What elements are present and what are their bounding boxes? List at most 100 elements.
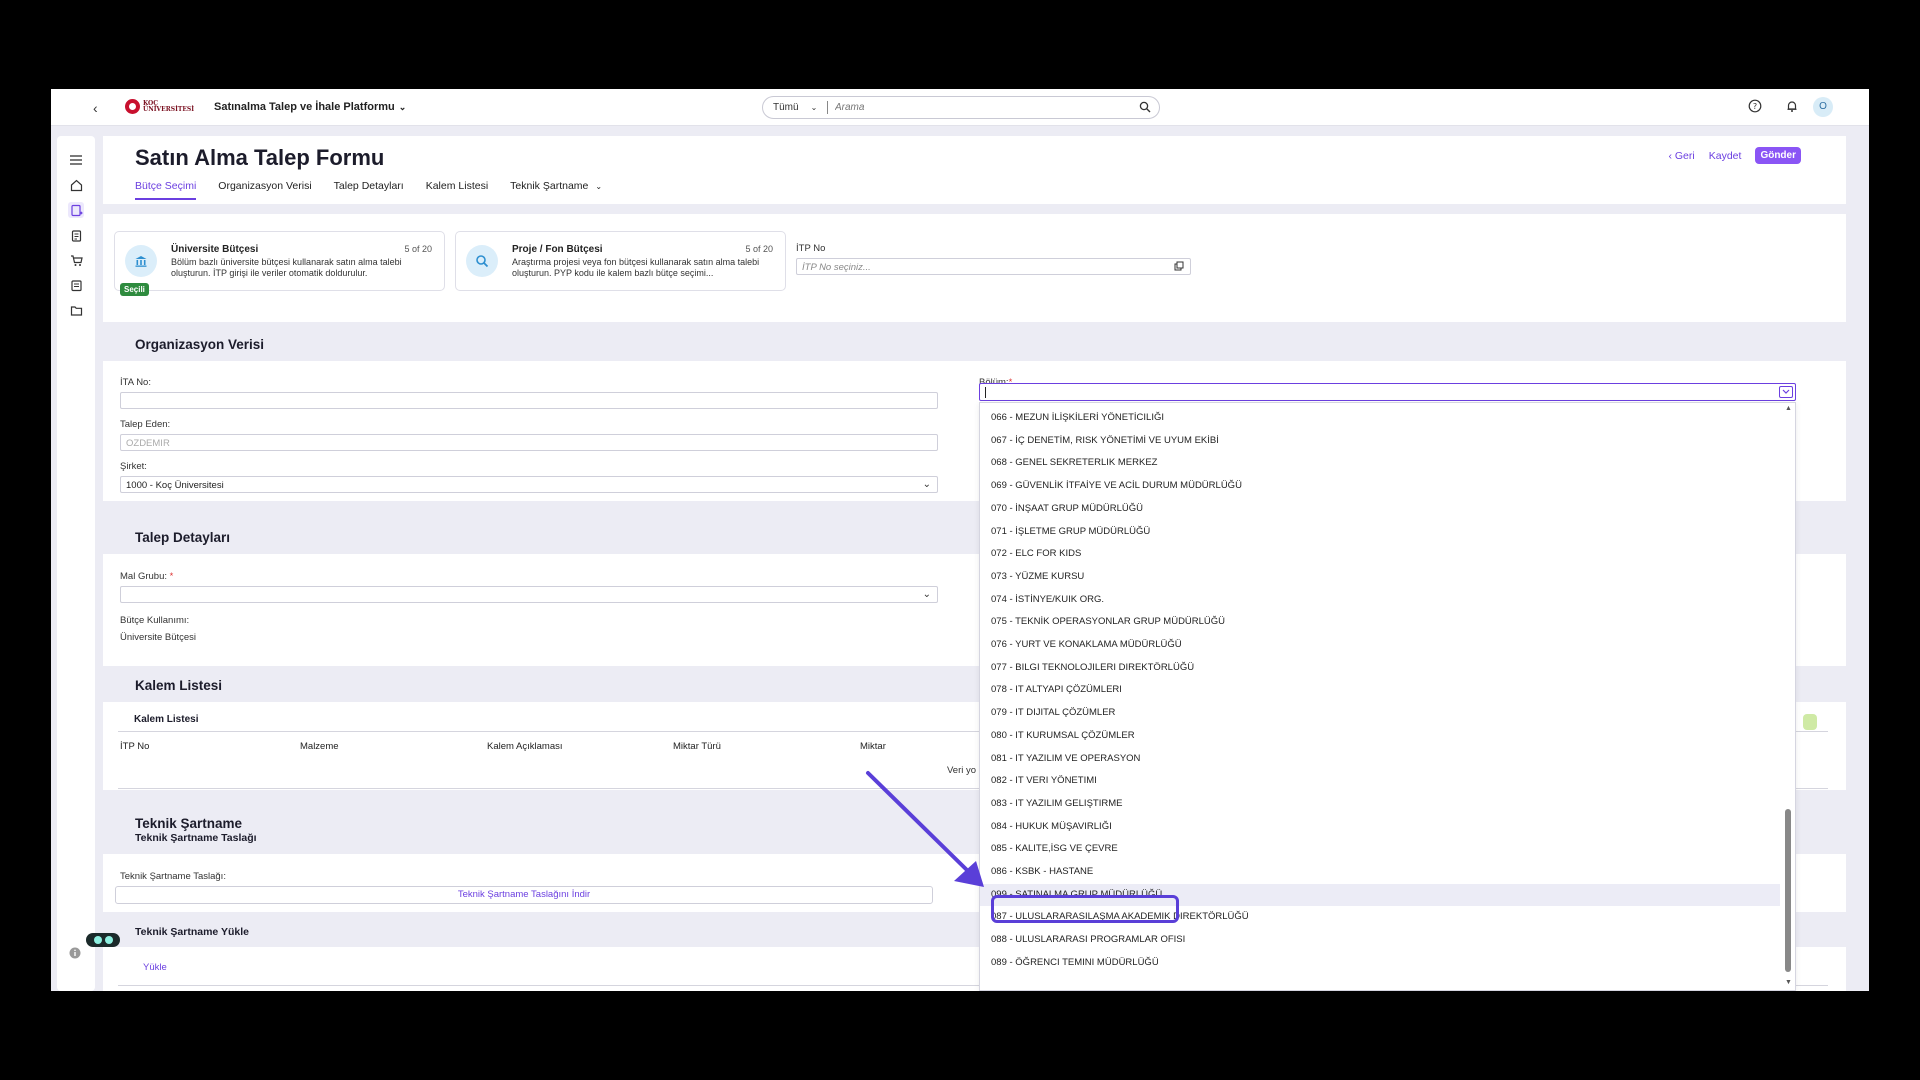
dropdown-item[interactable]: 071 - İŞLETME GRUP MÜDÜRLÜĞÜ: [980, 521, 1780, 544]
save-button[interactable]: Kaydet: [1709, 150, 1742, 162]
search-separator: [827, 101, 828, 114]
section-tabs: Bütçe Seçimi Organizasyon Verisi Talep D…: [135, 180, 602, 200]
dropdown-item[interactable]: 080 - IT KURUMSAL ÇÖZÜMLER: [980, 725, 1780, 748]
university-budget-option[interactable]: Üniversite Bütçesi 5 of 20 Bölüm bazlı ü…: [114, 231, 445, 291]
back-chevron-icon[interactable]: ‹: [93, 100, 98, 116]
project-budget-option[interactable]: Proje / Fon Bütçesi 5 of 20 Araştırma pr…: [455, 231, 786, 291]
documents-icon[interactable]: [68, 277, 84, 293]
text-cursor: [985, 387, 986, 398]
col-itp-no: İTP No: [120, 741, 150, 752]
ita-no-label: İTA No:: [120, 377, 151, 388]
col-kalem-aciklamasi: Kalem Açıklaması: [487, 741, 563, 752]
search-filter-select[interactable]: Tümü ⌄: [773, 102, 817, 113]
search-input[interactable]: [835, 100, 1125, 115]
dropdown-item[interactable]: 072 - ELC FOR KIDS: [980, 543, 1780, 566]
user-avatar[interactable]: O: [1813, 97, 1833, 117]
logo-text: KOÇ ÜNİVERSİTESİ: [143, 99, 195, 113]
dropdown-item[interactable]: 066 - MEZUN İLİŞKİLERİ YÖNETİCILIĞI: [980, 407, 1780, 430]
add-item-button[interactable]: [1803, 714, 1817, 730]
tab-talep-detaylari[interactable]: Talep Detayları: [334, 180, 404, 200]
dropdown-item[interactable]: 084 - HUKUK MÜŞAVIRLIĞI: [980, 816, 1780, 839]
global-search: Tümü ⌄: [762, 96, 1160, 119]
teknik-yukle-title: Teknik Şartname Yükle: [135, 926, 249, 938]
download-taslak-button[interactable]: Teknik Şartname Taslağını İndir: [115, 886, 933, 904]
tab-organizasyon-verisi[interactable]: Organizasyon Verisi: [218, 180, 311, 200]
col-miktar: Miktar: [860, 741, 886, 752]
dropdown-item[interactable]: 068 - GENEL SEKRETERLIK MERKEZ: [980, 452, 1780, 475]
platform-name: Satınalma Talep ve İhale Platformu: [214, 101, 395, 113]
dropdown-item[interactable]: 082 - IT VERI YÖNETIMI: [980, 770, 1780, 793]
dropdown-item[interactable]: 088 - ULUSLARARASI PROGRAMLAR OFISI: [980, 929, 1780, 952]
university-logo[interactable]: KOÇ ÜNİVERSİTESİ: [125, 99, 195, 114]
home-icon[interactable]: [68, 177, 84, 193]
dropdown-item[interactable]: 070 - İNŞAAT GRUP MÜDÜRLÜĞÜ: [980, 498, 1780, 521]
university-budget-title: Üniversite Bütçesi: [171, 244, 259, 255]
kalem-section-title: Kalem Listesi: [135, 678, 223, 693]
dropdown-item[interactable]: 086 - KSBK - HASTANE: [980, 861, 1780, 884]
dropdown-item[interactable]: 069 - GÜVENLİK İTFAİYE VE ACİL DURUM MÜD…: [980, 475, 1780, 498]
platform-switcher[interactable]: Satınalma Talep ve İhale Platformu ⌄: [214, 101, 406, 113]
tab-butce-secimi[interactable]: Bütçe Seçimi: [135, 180, 197, 200]
page-title: Satın Alma Talep Formu: [135, 145, 385, 170]
page-actions: ‹ Geri Kaydet Gönder: [1668, 147, 1801, 164]
col-miktar-turu: Miktar Türü: [673, 741, 721, 752]
tab-kalem-listesi[interactable]: Kalem Listesi: [426, 180, 488, 200]
dropdown-item[interactable]: 074 - İSTİNYE/KUIK ORG.: [980, 589, 1780, 612]
ita-no-field[interactable]: [120, 392, 938, 409]
project-budget-title: Proje / Fon Bütçesi: [512, 244, 603, 255]
sirket-select[interactable]: 1000 - Koç Üniversitesi ⌄: [120, 476, 938, 493]
back-button[interactable]: ‹ Geri: [1668, 150, 1694, 162]
search-icon[interactable]: [1139, 100, 1151, 118]
dropdown-scroll-thumb[interactable]: [1785, 809, 1791, 972]
dropdown-item[interactable]: 089 - ÖĞRENCI TEMINI MÜDÜRLÜĞÜ: [980, 952, 1780, 975]
dropdown-item[interactable]: 085 - KALITE,İSG VE ÇEVRE: [980, 838, 1780, 861]
help-icon[interactable]: ?: [1748, 99, 1762, 118]
clipboard-list-icon[interactable]: [68, 227, 84, 243]
dropdown-item[interactable]: 081 - IT YAZILIM VE OPERASYON: [980, 748, 1780, 771]
send-button[interactable]: Gönder: [1755, 147, 1801, 164]
cart-icon[interactable]: [68, 252, 84, 268]
notification-bell-icon[interactable]: [1785, 99, 1799, 118]
university-budget-count: 5 of 20: [404, 244, 432, 254]
dropdown-item[interactable]: 079 - IT DIJITAL ÇÖZÜMLER: [980, 702, 1780, 725]
copy-icon[interactable]: [1174, 261, 1184, 274]
bank-icon: [125, 245, 157, 277]
tab-teknik-sartname[interactable]: Teknik Şartname ⌄: [510, 180, 602, 200]
talep-section-title: Talep Detayları: [135, 530, 231, 545]
bolum-combobox-input[interactable]: [979, 383, 1796, 401]
mal-grubu-select[interactable]: ⌄: [120, 586, 938, 603]
chevron-down-icon: ⌄: [922, 479, 931, 490]
menu-icon[interactable]: [68, 152, 84, 168]
teknik-taslak-label: Teknik Şartname Taslağı:: [120, 871, 226, 882]
teknik-taslak-title: Teknik Şartname Taslağı: [135, 832, 257, 844]
dropdown-item[interactable]: 076 - YURT VE KONAKLAMA MÜDÜRLÜĞÜ: [980, 634, 1780, 657]
dropdown-item[interactable]: 078 - IT ALTYAPI ÇÖZÜMLERI: [980, 679, 1780, 702]
new-request-icon[interactable]: [68, 202, 84, 218]
dropdown-item[interactable]: 073 - YÜZME KURSU: [980, 566, 1780, 589]
butce-kullanimi-value: Üniversite Bütçesi: [120, 632, 197, 643]
selected-badge: Seçili: [120, 283, 149, 296]
annotation-arrow-icon: [866, 771, 984, 887]
folder-icon[interactable]: [68, 302, 84, 318]
chevron-down-icon: ⌄: [810, 103, 818, 112]
talep-eden-label: Talep Eden:: [120, 419, 171, 430]
teknik-section-title: Teknik Şartname: [135, 816, 243, 831]
org-section-title: Organizasyon Verisi: [135, 337, 265, 352]
project-budget-desc: Araştırma projesi veya fon bütçesi kulla…: [512, 257, 760, 278]
itp-no-field[interactable]: İTP No seçiniz...: [796, 258, 1191, 275]
scroll-up-icon[interactable]: ▲: [1785, 405, 1792, 412]
dropdown-item[interactable]: 067 - İÇ DENETİM, RISK YÖNETİMİ VE UYUM …: [980, 430, 1780, 453]
dropdown-item[interactable]: 077 - BILGI TEKNOLOJILERI DIREKTÖRLÜĞÜ: [980, 657, 1780, 680]
university-budget-desc: Bölüm bazlı üniversite bütçesi kullanara…: [171, 257, 402, 278]
dropdown-item[interactable]: 075 - TEKNİK OPERASYONLAR GRUP MÜDÜRLÜĞÜ: [980, 611, 1780, 634]
sirket-label: Şirket:: [120, 461, 147, 472]
svg-text:?: ?: [1753, 102, 1757, 111]
scroll-down-icon[interactable]: ▼: [1785, 979, 1792, 986]
butce-kullanimi-label: Bütçe Kullanımı:: [120, 615, 190, 626]
dropdown-scrollbar[interactable]: ▲ ▼: [1782, 403, 1795, 990]
upload-link[interactable]: Yükle: [143, 962, 167, 973]
info-icon[interactable]: [69, 947, 81, 962]
chevron-down-icon[interactable]: [1779, 386, 1793, 398]
talep-eden-field: OZDEMIR: [120, 434, 938, 451]
dropdown-item[interactable]: 083 - IT YAZILIM GELIŞTIRME: [980, 793, 1780, 816]
